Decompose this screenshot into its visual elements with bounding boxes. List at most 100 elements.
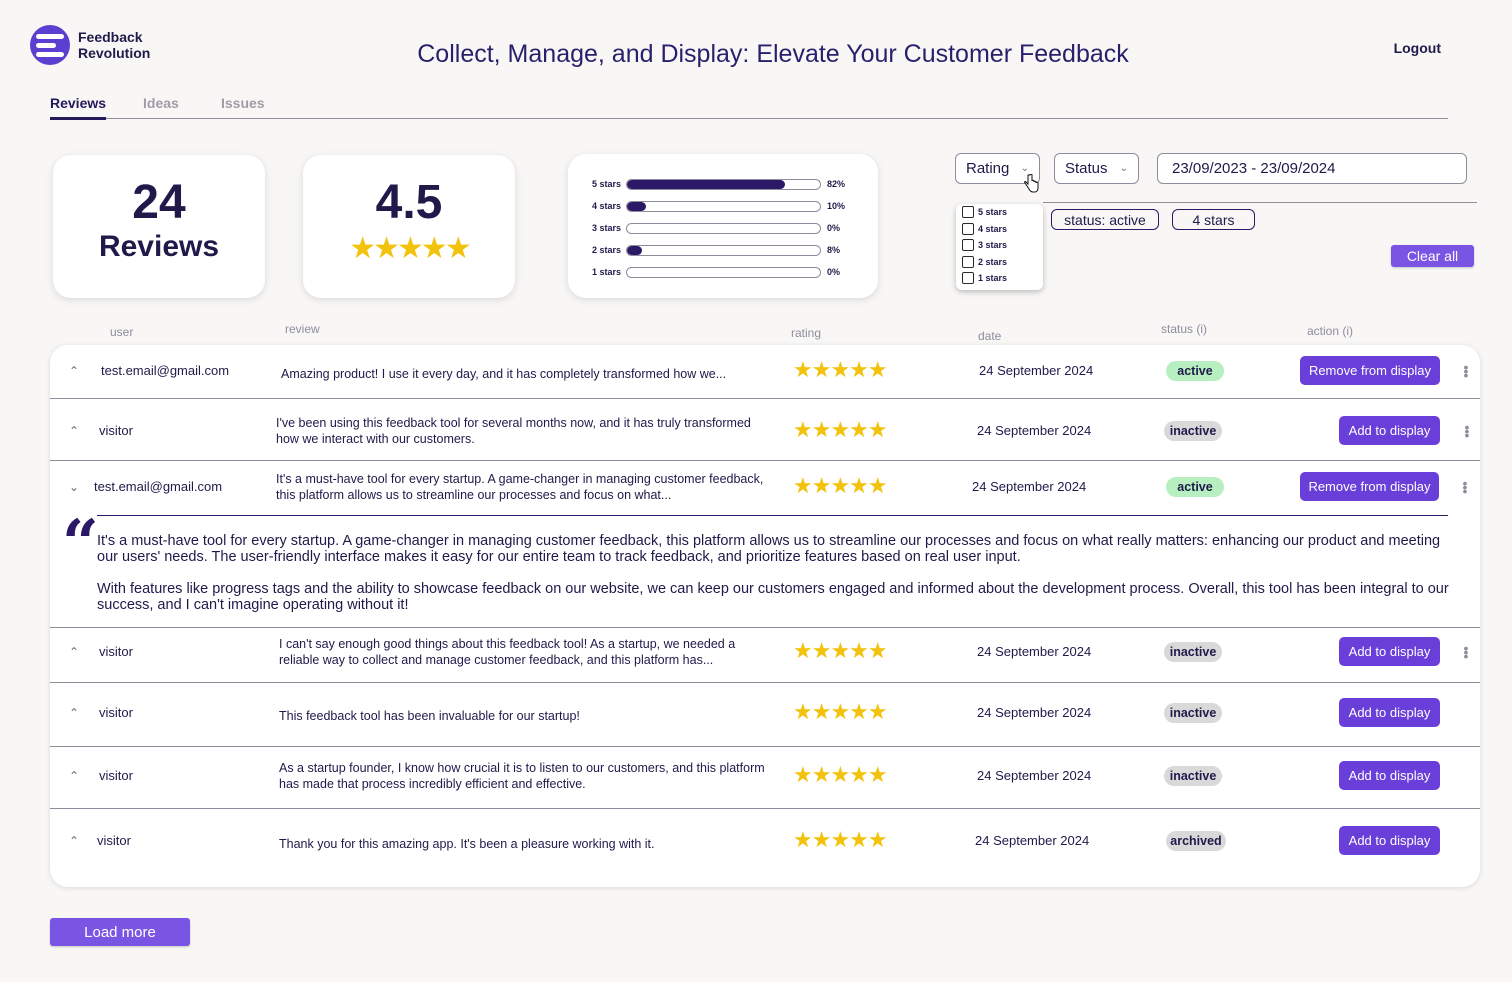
- logout-link[interactable]: Logout: [1394, 40, 1441, 56]
- add-to-display-button[interactable]: Add to display: [1339, 761, 1440, 790]
- row-review: This feedback tool has been invaluable f…: [279, 709, 580, 723]
- row-rating-stars: ★★★★★: [793, 827, 888, 852]
- distribution-percent: 0%: [827, 267, 841, 277]
- distribution-row: 5 stars 82%: [568, 173, 878, 195]
- row-rating-stars: ★★★★★: [793, 638, 888, 663]
- row-user: test.email@gmail.com: [101, 363, 230, 378]
- distribution-row: 2 stars 8%: [568, 239, 878, 261]
- row-user: visitor: [97, 833, 131, 848]
- average-rating-card: 4.5 ★★★★★: [303, 155, 515, 298]
- remove-from-display-button[interactable]: Remove from display: [1300, 356, 1440, 385]
- status-badge: active: [1166, 477, 1224, 497]
- rating-option[interactable]: 5 stars: [962, 204, 1043, 221]
- chevron-down-icon: ⌄: [1119, 163, 1128, 174]
- row-review: As a startup founder, I know how crucial…: [279, 761, 765, 791]
- distribution-label: 5 stars: [591, 179, 621, 189]
- expand-row-chevron-icon[interactable]: ⌃: [67, 424, 81, 438]
- checkbox[interactable]: [962, 255, 974, 268]
- filter-divider: [1043, 202, 1477, 203]
- quote-icon: “: [62, 506, 99, 581]
- distribution-bar: [626, 244, 821, 256]
- column-header-action: action (i): [1307, 324, 1354, 338]
- load-more-button[interactable]: Load more: [50, 918, 190, 946]
- distribution-bar: [626, 200, 821, 212]
- distribution-label: 4 stars: [591, 201, 621, 211]
- status-filter-select[interactable]: Status ⌄: [1054, 153, 1139, 184]
- row-date: 24 September 2024: [975, 833, 1090, 848]
- row-date: 24 September 2024: [977, 423, 1092, 438]
- rating-option[interactable]: 4 stars: [962, 221, 1043, 238]
- checkbox[interactable]: [962, 272, 974, 285]
- distribution-row: 4 stars 10%: [568, 195, 878, 217]
- add-to-display-button[interactable]: Add to display: [1339, 416, 1440, 445]
- expand-row-chevron-icon[interactable]: ⌃: [67, 706, 81, 720]
- expand-row-chevron-icon[interactable]: ⌃: [67, 364, 81, 378]
- more-options-icon[interactable]: • • •: [1464, 420, 1470, 442]
- column-header-status: status (i): [1161, 322, 1208, 336]
- row-rating-stars: ★★★★★: [793, 417, 888, 442]
- rating-option[interactable]: 1 stars: [962, 270, 1043, 287]
- tab-ideas[interactable]: Ideas: [143, 95, 179, 117]
- hand-cursor-icon: [1024, 174, 1039, 193]
- status-badge: inactive: [1164, 421, 1222, 441]
- status-badge: inactive: [1164, 766, 1222, 786]
- row-divider: [50, 460, 1480, 461]
- distribution-bar-fill: [627, 245, 643, 255]
- expand-row-chevron-icon[interactable]: ⌃: [67, 834, 81, 848]
- expanded-review-paragraph: With features like progress tags and the…: [97, 581, 1449, 613]
- filter-chip-rating[interactable]: 4 stars: [1172, 209, 1255, 230]
- collapse-row-chevron-icon[interactable]: ⌄: [67, 480, 81, 494]
- tab-bar: Reviews Ideas Issues: [50, 95, 1448, 120]
- row-divider: [50, 808, 1480, 809]
- column-header-date: date: [978, 329, 1002, 343]
- status-filter-label: Status: [1065, 160, 1108, 177]
- row-rating-stars: ★★★★★: [793, 473, 888, 498]
- distribution-percent: 0%: [827, 223, 841, 233]
- row-rating-stars: ★★★★★: [793, 762, 888, 787]
- row-user: visitor: [99, 768, 133, 783]
- distribution-row: 3 stars 0%: [568, 217, 878, 239]
- distribution-bar: [626, 266, 821, 278]
- column-header-rating: rating: [791, 326, 822, 340]
- row-user: visitor: [99, 644, 133, 659]
- row-date: 24 September 2024: [977, 644, 1092, 659]
- distribution-bar-fill: [627, 201, 647, 211]
- more-options-icon[interactable]: • • •: [1462, 476, 1468, 498]
- add-to-display-button[interactable]: Add to display: [1339, 637, 1440, 666]
- row-date: 24 September 2024: [972, 479, 1087, 494]
- checkbox[interactable]: [962, 206, 974, 219]
- column-header-user: user: [110, 325, 134, 339]
- distribution-bar-fill: [627, 179, 786, 189]
- average-rating: 4.5: [375, 176, 443, 229]
- tab-reviews[interactable]: Reviews: [50, 95, 107, 120]
- expanded-review-paragraph: It's a must-have tool for every startup.…: [97, 533, 1441, 565]
- checkbox[interactable]: [962, 222, 974, 235]
- more-options-icon[interactable]: • • •: [1463, 360, 1469, 382]
- tab-issues[interactable]: Issues: [221, 95, 265, 117]
- more-options-icon[interactable]: • • •: [1463, 641, 1469, 663]
- expand-row-chevron-icon[interactable]: ⌃: [67, 769, 81, 783]
- chevron-down-icon: ⌄: [1020, 163, 1029, 174]
- add-to-display-button[interactable]: Add to display: [1339, 698, 1440, 727]
- checkbox[interactable]: [962, 239, 974, 252]
- clear-all-button[interactable]: Clear all: [1391, 245, 1474, 267]
- row-review: Thank you for this amazing app. It's bee…: [279, 837, 655, 851]
- row-review: Amazing product! I use it every day, and…: [281, 367, 727, 381]
- remove-from-display-button[interactable]: Remove from display: [1300, 472, 1439, 501]
- rating-option-label: 2 stars: [978, 256, 1008, 267]
- rating-option[interactable]: 2 stars: [962, 254, 1043, 271]
- expand-row-chevron-icon[interactable]: ⌃: [67, 645, 81, 659]
- expanded-review-divider: [97, 515, 1448, 516]
- review-count-card: 24 Reviews: [53, 155, 265, 298]
- add-to-display-button[interactable]: Add to display: [1339, 826, 1440, 855]
- average-rating-stars: ★★★★★: [349, 232, 471, 265]
- distribution-bar: [626, 222, 821, 234]
- date-range-picker[interactable]: 23/09/2023 - 23/09/2024: [1157, 153, 1467, 184]
- distribution-bar: [626, 178, 821, 190]
- filter-chip-status[interactable]: status: active: [1051, 209, 1159, 230]
- rating-option[interactable]: 3 stars: [962, 237, 1043, 254]
- row-date: 24 September 2024: [977, 768, 1092, 783]
- distribution-row: 1 stars 0%: [568, 261, 878, 283]
- distribution-label: 1 stars: [591, 267, 621, 277]
- review-count: 24: [132, 176, 186, 229]
